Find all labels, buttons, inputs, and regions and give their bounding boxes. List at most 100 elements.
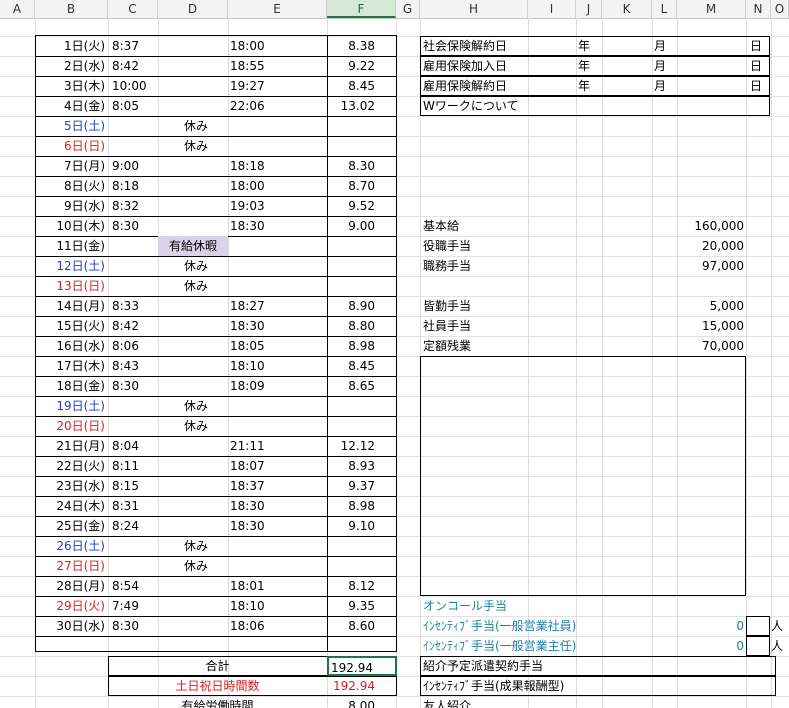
work-hours[interactable]: 8.80 (327, 316, 397, 336)
month-suffix[interactable]: 月 (654, 76, 678, 96)
spreadsheet-grid[interactable]: ABCDEFGHIJKLMNO 1日(火) 8:37 18:00 8.38 2日(水) 8… (0, 0, 789, 708)
day-date[interactable]: 19日(土) (35, 396, 108, 416)
day-date[interactable]: 8日(火) (35, 176, 108, 196)
day-date[interactable]: 21日(月) (35, 436, 108, 456)
salary-label[interactable]: 皆勤手当 (420, 296, 570, 316)
day-date[interactable]: 16日(水) (35, 336, 108, 356)
day-date[interactable]: 5日(土) (35, 116, 108, 136)
start-time[interactable]: 8:15 (112, 476, 158, 496)
end-time[interactable]: 18:30 (230, 316, 320, 336)
start-time[interactable]: 8:33 (112, 296, 158, 316)
work-hours[interactable]: 8.12 (327, 576, 397, 596)
work-hours[interactable]: 8.93 (327, 456, 397, 476)
start-time[interactable]: 8:18 (112, 176, 158, 196)
end-time[interactable]: 18:01 (230, 576, 320, 596)
column-header-a[interactable]: A (0, 0, 35, 18)
work-hours[interactable]: 9.35 (327, 596, 397, 616)
total-label[interactable]: 合計 (108, 656, 327, 676)
start-time[interactable]: 8:31 (112, 496, 158, 516)
end-time[interactable]: 22:06 (230, 96, 320, 116)
end-time[interactable]: 18:06 (230, 616, 320, 636)
day-date[interactable]: 6日(日) (35, 136, 108, 156)
incentive-staff-value[interactable]: 0 (700, 616, 746, 636)
month-suffix[interactable]: 月 (654, 56, 678, 76)
incentive-staff-label[interactable]: ｲﾝｾﾝﾃｨﾌﾞ手当(一般営業社員) (420, 616, 650, 636)
day-off-label[interactable]: 休み (158, 136, 228, 156)
end-time[interactable]: 18:18 (230, 156, 320, 176)
column-header-j[interactable]: J (576, 0, 602, 18)
start-time[interactable]: 8:11 (112, 456, 158, 476)
end-time[interactable]: 19:27 (230, 76, 320, 96)
day-date[interactable]: 23日(水) (35, 476, 108, 496)
day-date[interactable]: 28日(月) (35, 576, 108, 596)
day-off-label[interactable]: 休み (158, 396, 228, 416)
work-hours[interactable]: 12.12 (327, 436, 397, 456)
insurance-label[interactable]: 雇用保険加入日 (420, 56, 528, 76)
work-hours[interactable]: 8.30 (327, 156, 397, 176)
work-hours[interactable]: 9.00 (327, 216, 397, 236)
work-hours[interactable]: 9.52 (327, 196, 397, 216)
end-time[interactable]: 18:00 (230, 176, 320, 196)
work-hours[interactable]: 8.38 (327, 36, 397, 56)
day-date[interactable]: 1日(火) (35, 36, 108, 56)
column-header-e[interactable]: E (228, 0, 327, 18)
end-time[interactable]: 18:10 (230, 356, 320, 376)
work-hours[interactable]: 8.45 (327, 356, 397, 376)
salary-value[interactable]: 160,000 (652, 216, 746, 236)
work-hours[interactable]: 9.37 (327, 476, 397, 496)
column-header-l[interactable]: L (652, 0, 677, 18)
start-time[interactable]: 8:05 (112, 96, 158, 116)
start-time[interactable]: 8:06 (112, 336, 158, 356)
start-time[interactable]: 7:49 (112, 596, 158, 616)
holiday-hours-label[interactable]: 土日祝日時間数 (108, 676, 327, 696)
day-off-label[interactable]: 休み (158, 276, 228, 296)
start-time[interactable]: 8:43 (112, 356, 158, 376)
start-time[interactable]: 9:00 (112, 156, 158, 176)
month-suffix[interactable]: 月 (654, 36, 678, 56)
column-header-d[interactable]: D (158, 0, 228, 18)
day-date[interactable]: 4日(金) (35, 96, 108, 116)
paid-hours-label[interactable]: 有給労働時間 (108, 696, 327, 708)
work-hours[interactable]: 8.98 (327, 496, 397, 516)
day-off-label[interactable]: 休み (158, 256, 228, 276)
salary-label[interactable]: 定額残業 (420, 336, 570, 356)
day-date[interactable]: 29日(火) (35, 596, 108, 616)
salary-value[interactable]: 20,000 (652, 236, 746, 256)
insurance-label[interactable]: 社会保険解約日 (420, 36, 528, 56)
year-suffix[interactable]: 年 (578, 36, 602, 56)
paid-leave-label[interactable]: 有給休暇 (158, 236, 228, 256)
end-time[interactable]: 18:07 (230, 456, 320, 476)
column-header-g[interactable]: G (396, 0, 420, 18)
salary-label[interactable]: 基本給 (420, 216, 570, 236)
column-header-o[interactable]: O (771, 0, 789, 18)
work-hours[interactable]: 8.98 (327, 336, 397, 356)
end-time[interactable]: 18:30 (230, 516, 320, 536)
column-header-i[interactable]: I (528, 0, 576, 18)
end-time[interactable]: 18:05 (230, 336, 320, 356)
start-time[interactable]: 8:42 (112, 316, 158, 336)
person-unit[interactable]: 人 (771, 616, 789, 636)
day-date[interactable]: 27日(日) (35, 556, 108, 576)
salary-label[interactable]: 社員手当 (420, 316, 570, 336)
day-date[interactable]: 3日(木) (35, 76, 108, 96)
day-date[interactable]: 13日(日) (35, 276, 108, 296)
start-time[interactable]: 8:30 (112, 616, 158, 636)
year-suffix[interactable]: 年 (578, 56, 602, 76)
column-header-b[interactable]: B (35, 0, 108, 18)
incentive-result-label[interactable]: ｲﾝｾﾝﾃｨﾌﾞ手当(成果報酬型) (420, 676, 670, 696)
salary-label[interactable]: 職務手当 (420, 256, 570, 276)
work-hours[interactable]: 9.10 (327, 516, 397, 536)
day-date[interactable]: 20日(日) (35, 416, 108, 436)
day-date[interactable]: 11日(金) (35, 236, 108, 256)
work-hours[interactable]: 8.65 (327, 376, 397, 396)
end-time[interactable]: 19:03 (230, 196, 320, 216)
work-hours[interactable]: 8.70 (327, 176, 397, 196)
day-date[interactable]: 25日(金) (35, 516, 108, 536)
wwork-label[interactable]: Wワークについて (420, 96, 528, 116)
day-date[interactable]: 2日(水) (35, 56, 108, 76)
day-date[interactable]: 24日(木) (35, 496, 108, 516)
day-date[interactable]: 10日(木) (35, 216, 108, 236)
day-suffix[interactable]: 日 (750, 76, 770, 96)
holiday-hours-value[interactable]: 192.94 (327, 676, 397, 696)
end-time[interactable]: 18:30 (230, 216, 320, 236)
